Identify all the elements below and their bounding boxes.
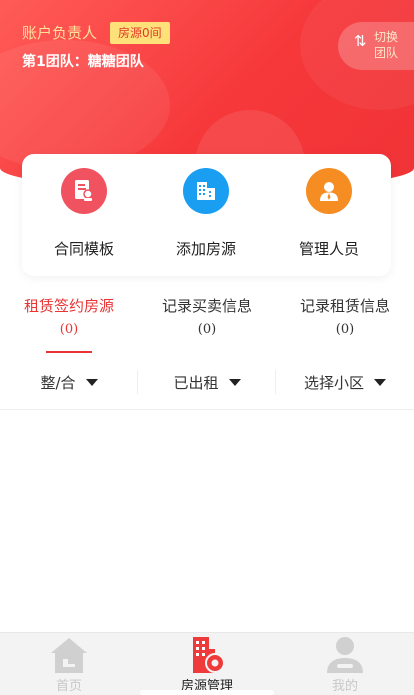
category-tabs: 租赁签约房源 (0) 记录买卖信息 (0) 记录租赁信息 (0) [0, 296, 414, 354]
nav-label: 我的 [331, 679, 358, 694]
filter-rental-type-dropdown[interactable]: 整/合 [0, 366, 138, 398]
tab-count: (0) [59, 322, 79, 337]
nav-label: 首页 [55, 679, 82, 694]
property-count-badge: 房源0间 [110, 22, 170, 44]
home-indicator [140, 690, 274, 695]
property-management-icon [193, 637, 225, 673]
nav-property-management[interactable]: 房源管理 [138, 633, 276, 695]
tab-rental-records[interactable]: 记录租赁信息 (0) [276, 296, 414, 337]
quick-action-add-property[interactable]: 添加房源 [156, 168, 256, 259]
caret-down-icon [374, 378, 386, 386]
quick-action-label: 管理人员 [298, 240, 359, 258]
bottom-navigation: 首页 房源管理 我的 [0, 632, 414, 695]
building-icon [183, 168, 229, 214]
quick-action-contract-template[interactable]: 合同模板 [34, 168, 134, 259]
caret-down-icon [85, 378, 98, 386]
tab-title: 记录租赁信息 [299, 297, 390, 315]
swap-icon: ⇅ [354, 32, 367, 50]
quick-action-label: 合同模板 [53, 240, 114, 258]
switch-team-label: 切换团队 [373, 30, 398, 60]
filter-label: 选择小区 [303, 373, 364, 392]
caret-down-icon [228, 378, 241, 386]
active-tab-indicator [46, 351, 92, 353]
contract-icon [61, 168, 107, 214]
person-icon [306, 168, 352, 214]
switch-team-button[interactable]: ⇅ 切换团队 [338, 22, 414, 70]
tab-count: (0) [335, 322, 355, 337]
tab-title: 租赁签约房源 [23, 297, 114, 315]
account-role-label: 账户负责人 [22, 24, 98, 42]
nav-profile[interactable]: 我的 [276, 633, 414, 695]
tab-lease-signed-properties[interactable]: 租赁签约房源 (0) [0, 296, 138, 337]
filter-label: 已出租 [173, 373, 219, 392]
user-icon [327, 637, 363, 673]
app-screen: 账户负责人 房源0间 第1团队：糖糖团队 ⇅ 切换团队 合同模板 添加房源 管理… [0, 0, 414, 695]
nav-home[interactable]: 首页 [0, 633, 138, 695]
filter-community-dropdown[interactable]: 选择小区 [276, 366, 414, 398]
quick-actions-card: 合同模板 添加房源 管理人员 [22, 154, 391, 276]
filter-rental-status-dropdown[interactable]: 已出租 [138, 366, 276, 398]
home-icon [51, 638, 87, 673]
tab-title: 记录买卖信息 [161, 297, 252, 315]
team-name: 第1团队：糖糖团队 [22, 54, 144, 70]
quick-action-manage-staff[interactable]: 管理人员 [279, 168, 379, 259]
filter-bar: 整/合 已出租 选择小区 [0, 366, 414, 410]
quick-action-label: 添加房源 [175, 240, 236, 258]
tab-count: (0) [197, 322, 217, 337]
tab-sale-records[interactable]: 记录买卖信息 (0) [138, 296, 276, 337]
filter-label: 整/合 [40, 373, 76, 392]
